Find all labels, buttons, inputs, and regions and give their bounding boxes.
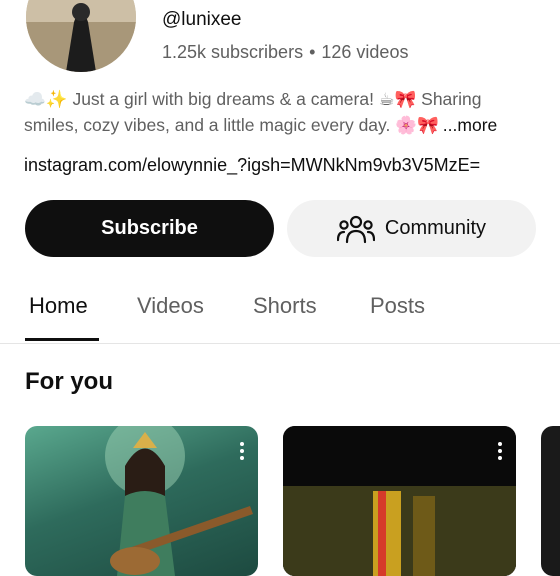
video-thumbnail [105,426,253,576]
community-label: Community [384,217,487,239]
tab-shorts[interactable]: Shorts [253,293,317,319]
channel-handle: @lunixee [162,9,242,30]
tab-videos[interactable]: Videos [137,293,204,319]
description-line-1: ☁️✨ Just a girl with big dreams & a came… [24,89,482,109]
video-thumbnail [283,426,516,576]
video-count: 126 videos [321,42,409,62]
active-tab-indicator [25,338,99,341]
kebab-menu-icon[interactable] [240,442,244,460]
channel-stats: 1.25k subscribers • 126 videos [162,42,408,63]
avatar-image [26,0,136,72]
channel-avatar[interactable] [26,0,136,72]
channel-tabs: Home Videos Shorts Posts [0,283,560,344]
subscribe-label: Subscribe [101,217,198,239]
video-card[interactable] [25,426,258,576]
video-card[interactable] [283,426,516,576]
stats-separator: • [309,42,316,62]
description-line-2: smiles, cozy vibes, and a little magic e… [24,115,439,135]
channel-link[interactable]: instagram.com/elowynnie_?igsh=MWNkNm9vb3… [24,155,480,176]
tab-posts[interactable]: Posts [370,293,425,319]
people-icon [336,215,375,243]
tab-home[interactable]: Home [29,293,88,319]
community-button[interactable]: Community [287,200,536,257]
subscribe-button[interactable]: Subscribe [25,200,274,257]
subscriber-count: 1.25k subscribers [162,42,304,62]
channel-description[interactable]: ☁️✨ Just a girl with big dreams & a came… [24,86,544,138]
video-card[interactable] [541,426,560,576]
section-title: For you [25,368,113,395]
more-link[interactable]: ...more [443,115,497,135]
kebab-menu-icon[interactable] [498,442,502,460]
